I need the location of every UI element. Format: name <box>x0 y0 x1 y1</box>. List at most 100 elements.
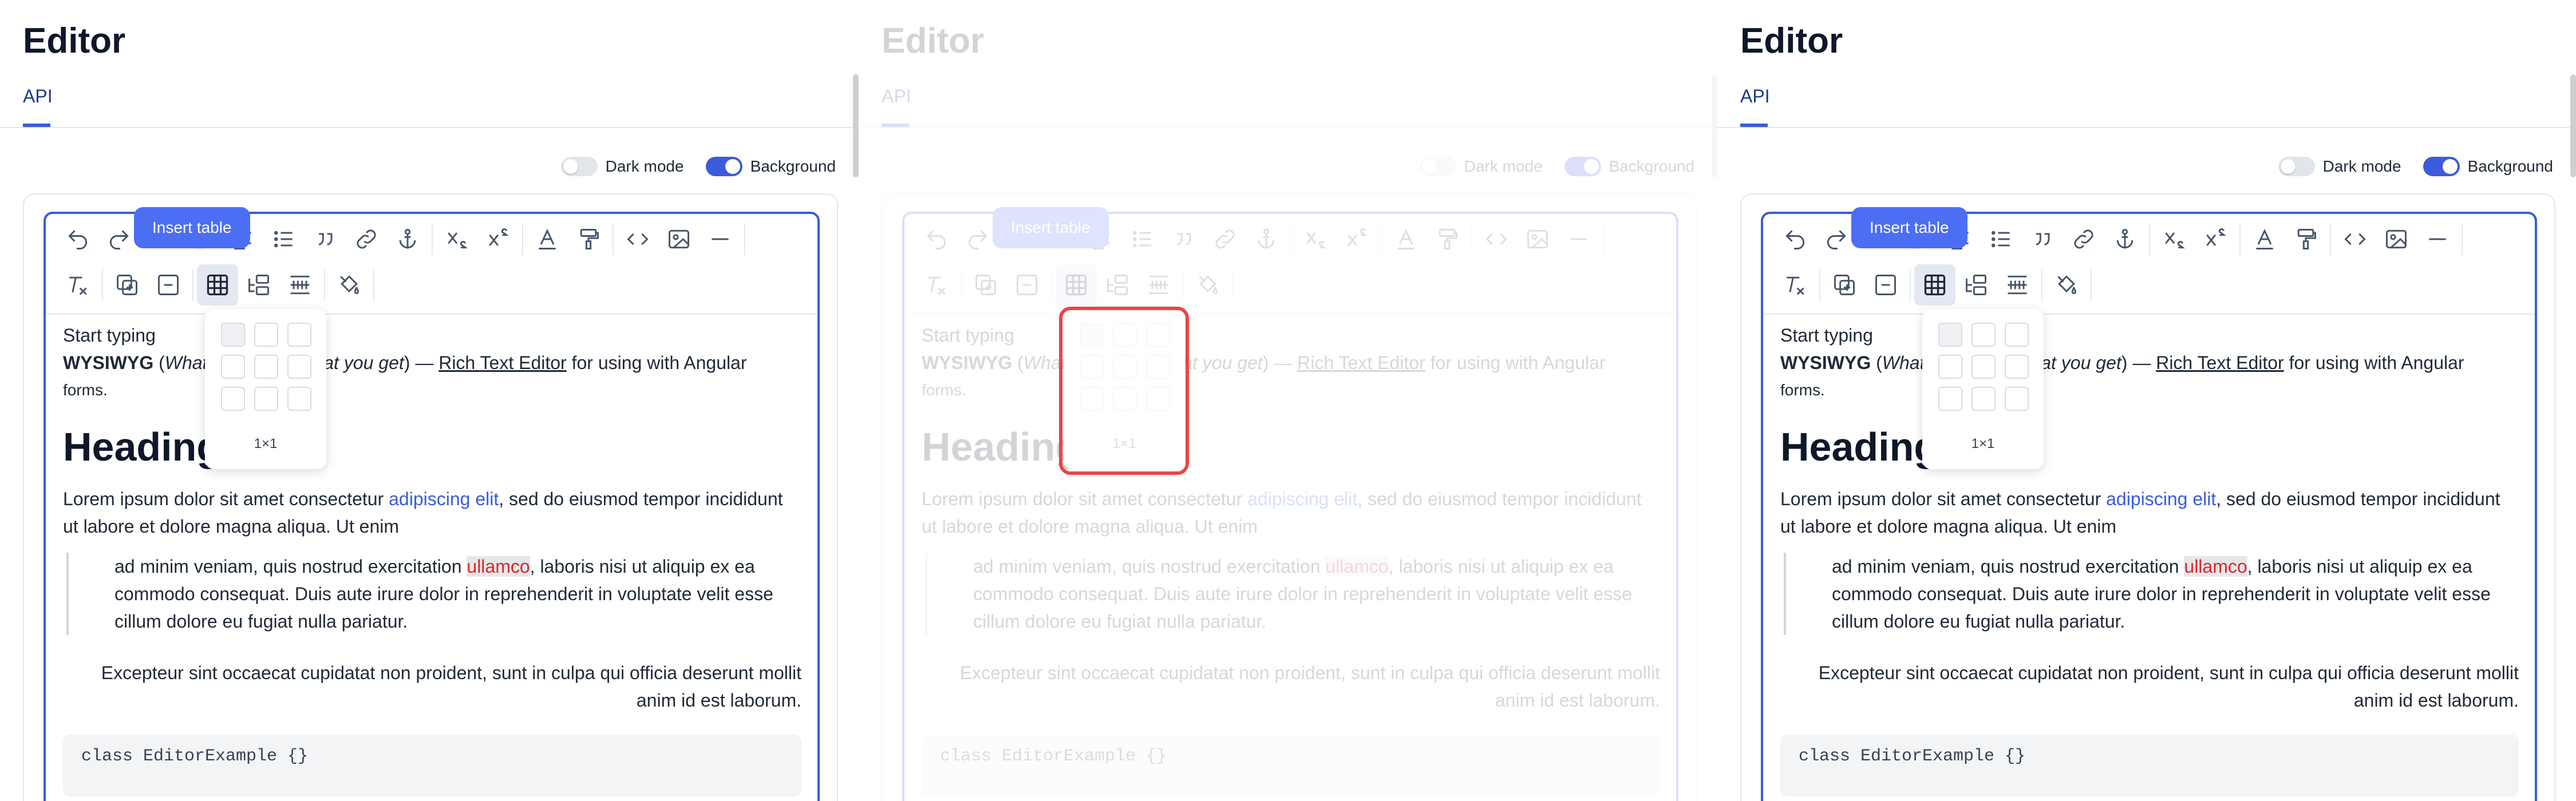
insert-table-icon[interactable] <box>197 264 238 306</box>
scrollbar[interactable] <box>2570 74 2576 177</box>
remove-row-icon[interactable] <box>1006 264 1048 306</box>
add-row-icon[interactable] <box>965 264 1006 306</box>
superscript-icon[interactable] <box>2195 219 2236 260</box>
dark-mode-toggle[interactable] <box>1419 157 1456 176</box>
table-cell-3-2[interactable] <box>254 387 278 411</box>
link-icon[interactable] <box>2063 219 2104 260</box>
toolbar-separator <box>373 269 374 301</box>
table-cell-3-3[interactable] <box>287 387 311 411</box>
editor-content[interactable]: Start typing WYSIWYG (What you see is wh… <box>922 322 1660 796</box>
text-color-icon[interactable] <box>2244 219 2285 260</box>
toolbar-separator <box>1471 223 1472 255</box>
blockquote-icon[interactable] <box>2022 219 2063 260</box>
text-color-icon[interactable] <box>1385 219 1427 260</box>
link-icon[interactable] <box>1204 219 1246 260</box>
merge-cells-icon[interactable] <box>238 264 279 306</box>
editor-content[interactable]: Start typing WYSIWYG (What you see is wh… <box>1780 322 2519 796</box>
blockquote-icon[interactable] <box>1163 219 1204 260</box>
superscript-icon[interactable] <box>1336 219 1377 260</box>
image-icon[interactable] <box>2376 219 2417 260</box>
table-cell-2-3[interactable] <box>287 355 311 379</box>
tab-api[interactable]: API <box>882 86 911 107</box>
cell-fill-icon[interactable] <box>1187 264 1228 306</box>
anchor-icon[interactable] <box>2104 219 2146 260</box>
remove-row-icon[interactable] <box>1865 264 1906 306</box>
table-cell-1-2[interactable] <box>1971 323 1996 347</box>
table-cell-2-2[interactable] <box>1971 355 1996 379</box>
paint-format-icon[interactable] <box>1427 219 1468 260</box>
clear-format-icon[interactable] <box>916 264 957 306</box>
table-cell-1-1[interactable] <box>221 323 245 347</box>
split-cells-icon[interactable] <box>279 264 321 306</box>
insert-table-tooltip: Insert table <box>134 207 250 248</box>
undo-icon[interactable] <box>1775 219 1816 260</box>
table-cell-3-1[interactable] <box>1938 387 1962 411</box>
rich-text-editor-link[interactable]: Rich Text Editor <box>2156 352 2284 373</box>
horizontal-rule-icon[interactable] <box>2417 219 2458 260</box>
list-icon[interactable] <box>263 219 305 260</box>
undo-icon[interactable] <box>57 219 98 260</box>
background-toggle[interactable] <box>705 157 742 176</box>
table-cell-1-2[interactable] <box>254 323 278 347</box>
anchor-icon[interactable] <box>387 219 428 260</box>
table-cell-2-1[interactable] <box>1938 355 1962 379</box>
merge-cells-icon[interactable] <box>1097 264 1138 306</box>
table-cell-2-3[interactable] <box>2005 355 2029 379</box>
background-toggle[interactable] <box>1564 157 1601 176</box>
dark-mode-toggle[interactable] <box>2278 157 2315 176</box>
split-cells-icon[interactable] <box>1997 264 2038 306</box>
undo-icon[interactable] <box>916 219 957 260</box>
paint-format-icon[interactable] <box>568 219 609 260</box>
editor-content[interactable]: Start typing WYSIWYG (What you see is wh… <box>63 322 801 796</box>
text-color-icon[interactable] <box>527 219 568 260</box>
subscript-icon[interactable] <box>2154 219 2195 260</box>
insert-table-icon[interactable] <box>1056 264 1097 306</box>
insert-table-icon[interactable] <box>1914 264 1955 306</box>
table-cell-1-1[interactable] <box>1938 323 1962 347</box>
blockquote-icon[interactable] <box>305 219 346 260</box>
background-toggle[interactable] <box>2423 157 2460 176</box>
tab-api[interactable]: API <box>23 86 53 107</box>
table-cell-2-1[interactable] <box>221 355 245 379</box>
cell-fill-icon[interactable] <box>2046 264 2087 306</box>
rich-text-editor-link[interactable]: Rich Text Editor <box>1297 352 1425 373</box>
table-cell-1-3[interactable] <box>287 323 311 347</box>
adipiscing-link[interactable]: adipiscing elit <box>2106 489 2216 509</box>
superscript-icon[interactable] <box>477 219 519 260</box>
add-row-icon[interactable] <box>106 264 148 306</box>
table-cell-3-3[interactable] <box>2005 387 2029 411</box>
dark-mode-toggle[interactable] <box>560 157 598 176</box>
adipiscing-link[interactable]: adipiscing elit <box>1247 489 1357 509</box>
table-cell-3-2[interactable] <box>1971 387 1996 411</box>
adipiscing-link[interactable]: adipiscing elit <box>389 489 499 509</box>
merge-cells-icon[interactable] <box>1955 264 1997 306</box>
link-icon[interactable] <box>346 219 387 260</box>
tab-api[interactable]: API <box>1740 86 1770 107</box>
clear-format-icon[interactable] <box>1775 264 1816 306</box>
anchor-icon[interactable] <box>1246 219 1287 260</box>
code-icon[interactable] <box>2334 219 2376 260</box>
code-icon[interactable] <box>617 219 658 260</box>
table-cell-1-3[interactable] <box>2005 323 2029 347</box>
add-row-icon[interactable] <box>1824 264 1865 306</box>
remove-row-icon[interactable] <box>148 264 189 306</box>
paint-format-icon[interactable] <box>2285 219 2326 260</box>
subscript-icon[interactable] <box>436 219 477 260</box>
list-icon[interactable] <box>1981 219 2022 260</box>
subscript-icon[interactable] <box>1295 219 1336 260</box>
horizontal-rule-icon[interactable] <box>1558 219 1599 260</box>
clear-format-icon[interactable] <box>57 264 98 306</box>
image-icon[interactable] <box>1517 219 1558 260</box>
cell-fill-icon[interactable] <box>329 264 370 306</box>
code-icon[interactable] <box>1476 219 1517 260</box>
split-cells-icon[interactable] <box>1138 264 1179 306</box>
scrollbar[interactable] <box>1712 74 1717 177</box>
table-cell-3-1[interactable] <box>221 387 245 411</box>
list-icon[interactable] <box>1122 219 1163 260</box>
horizontal-rule-icon[interactable] <box>700 219 741 260</box>
table-cell-2-2[interactable] <box>254 355 278 379</box>
editor-panel-3: Editor API Dark mode Background Start ty… <box>1717 0 2576 801</box>
rich-text-editor-link[interactable]: Rich Text Editor <box>438 352 567 373</box>
image-icon[interactable] <box>658 219 700 260</box>
scrollbar[interactable] <box>853 74 859 177</box>
